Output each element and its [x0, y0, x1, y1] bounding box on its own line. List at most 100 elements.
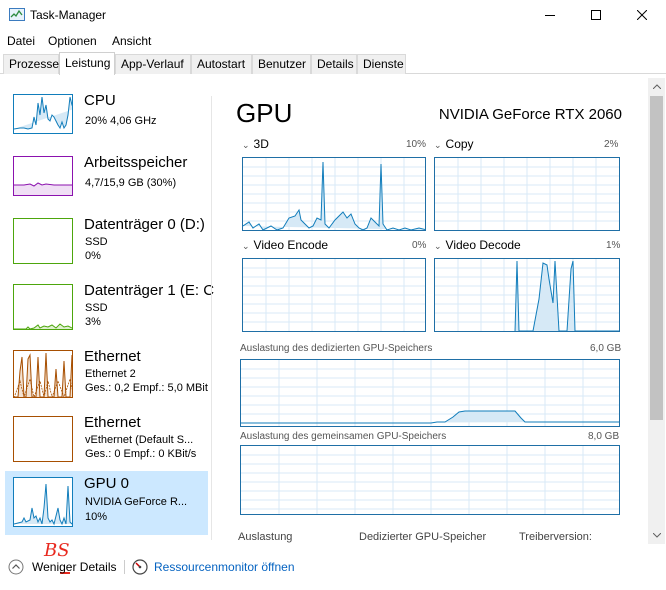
shared-memory-graph	[240, 445, 620, 515]
tab-dienste[interactable]: Dienste	[357, 54, 406, 74]
sidebar-item-detail: 4,7/15,9 GB (30%)	[85, 177, 177, 189]
sidebar-item-title: Ethernet	[84, 348, 141, 365]
utilization-label: Auslastung	[238, 531, 293, 543]
minimize-icon	[545, 15, 555, 16]
sidebar-item-title: Ethernet	[84, 414, 141, 431]
page-title: GPU	[236, 98, 293, 128]
sidebar-item-type: SSD	[85, 302, 108, 314]
menu-datei[interactable]: Datei	[7, 34, 35, 48]
cpu-thumbnail-graph	[13, 94, 73, 134]
sidebar-item-adapter: vEthernet (Default S...	[85, 434, 194, 446]
engine-percent: 0%	[412, 240, 427, 251]
disk-0-thumbnail-graph	[13, 218, 73, 264]
menu-ansicht[interactable]: Ansicht	[112, 34, 151, 48]
scroll-down-button[interactable]	[648, 527, 665, 544]
window-title: Task-Manager	[30, 8, 107, 22]
menu-optionen[interactable]: Optionen	[48, 34, 97, 48]
dedicated-memory-label: Auslastung des dedizierten GPU-Speichers	[240, 343, 433, 354]
sidebar-item-detail: 0%	[85, 250, 101, 262]
dedicated-gpu-memory-label: Dedizierter GPU-Speicher	[359, 531, 487, 543]
close-button[interactable]	[619, 0, 665, 30]
scroll-thumb[interactable]	[650, 96, 663, 420]
engine-selector-video-decode[interactable]: ⌄ Video Decode	[434, 238, 521, 252]
tab-details[interactable]: Details	[311, 54, 357, 74]
maximize-icon	[591, 10, 601, 20]
gpu-detail-panel: GPU NVIDIA GeForce RTX 2060 ⌄ 3D 10% ⌄ Cop…	[212, 88, 648, 543]
engine-graph-3d	[242, 157, 426, 231]
sidebar-item-detail: 3%	[85, 316, 101, 328]
dedicated-memory-graph	[240, 359, 620, 427]
chevron-up-icon	[652, 84, 661, 89]
engine-percent: 1%	[606, 240, 621, 251]
footer-bar: BS Weniger Details Ressourcenmonitor öff…	[0, 540, 666, 590]
engine-label: 3D	[253, 137, 269, 151]
resource-monitor-label: Ressourcenmonitor öffnen	[154, 560, 295, 574]
tab-leistung[interactable]: Leistung	[59, 52, 115, 75]
tab-benutzer[interactable]: Benutzer	[252, 54, 311, 74]
shared-memory-total: 8,0 GB	[588, 431, 620, 442]
sidebar-item-title: CPU	[84, 92, 116, 109]
engine-selector-3d[interactable]: ⌄ 3D	[242, 137, 269, 151]
shared-memory-label: Auslastung des gemeinsamen GPU-Speichers	[240, 431, 447, 442]
resource-sidebar: CPU 20% 4,06 GHz Arbeitsspeicher 4,7/15,…	[0, 88, 214, 543]
sidebar-item-type: SSD	[85, 236, 108, 248]
disk-1-thumbnail-graph	[13, 284, 73, 330]
resource-monitor-icon	[132, 559, 148, 575]
tab-prozesse[interactable]: Prozesse	[3, 54, 59, 74]
sidebar-item-memory[interactable]: Arbeitsspeicher 4,7/15,9 GB (30%)	[5, 150, 208, 214]
sidebar-item-gpu-0[interactable]: GPU 0 NVIDIA GeForce R... 10%	[5, 471, 208, 535]
sidebar-item-detail: 10%	[85, 511, 108, 523]
fewer-details-label: Weniger Details	[32, 560, 117, 574]
engine-selector-video-encode[interactable]: ⌄ Video Encode	[242, 238, 328, 252]
sidebar-item-title: Datenträger 0 (D:)	[84, 216, 205, 233]
gpu-model-name: NVIDIA GeForce RTX 2060	[438, 106, 622, 123]
gpu-thumbnail-graph	[13, 477, 73, 527]
sidebar-item-detail: Ges.: 0,2 Empf.: 5,0 MBit	[85, 382, 208, 394]
maximize-button[interactable]	[573, 0, 619, 30]
sidebar-item-ethernet-1[interactable]: Ethernet Ethernet 2 Ges.: 0,2 Empf.: 5,0…	[5, 344, 208, 408]
engine-label: Copy	[445, 137, 474, 151]
engine-graph-video-encode	[242, 258, 426, 332]
minimize-button[interactable]	[527, 0, 573, 30]
memory-thumbnail-graph	[13, 156, 73, 196]
sidebar-item-model: NVIDIA GeForce R...	[85, 496, 188, 508]
chevron-down-icon: ⌄	[242, 241, 250, 251]
chevron-down-icon: ⌄	[434, 241, 442, 251]
sidebar-item-cpu[interactable]: CPU 20% 4,06 GHz	[5, 88, 208, 152]
engine-graph-copy	[434, 157, 620, 231]
sidebar-item-ethernet-2[interactable]: Ethernet vEthernet (Default S... Ges.: 0…	[5, 410, 208, 474]
sidebar-item-title: Datenträger 1 (E: C	[84, 282, 215, 299]
tab-app-verlauf[interactable]: App-Verlauf	[115, 54, 191, 74]
tab-bar: Prozesse Leistung App-Verlauf Autostart …	[0, 52, 666, 75]
scroll-up-button[interactable]	[648, 78, 665, 95]
chevron-up-circle-icon	[8, 559, 24, 575]
engine-label: Video Encode	[253, 238, 329, 252]
chevron-down-icon: ⌄	[242, 140, 250, 150]
vertical-scrollbar[interactable]	[648, 78, 665, 544]
ethernet-2-thumbnail-graph	[13, 416, 73, 462]
engine-graph-video-decode	[434, 258, 620, 332]
chevron-down-icon	[652, 533, 661, 538]
tab-autostart[interactable]: Autostart	[191, 54, 252, 74]
menu-bar: Datei Optionen Ansicht	[0, 31, 666, 51]
sidebar-item-title: GPU 0	[84, 475, 130, 492]
engine-label: Video Decode	[445, 238, 521, 252]
sidebar-item-disk-1[interactable]: Datenträger 1 (E: C SSD 3%	[5, 278, 214, 342]
title-bar: Task-Manager	[0, 0, 666, 30]
resource-monitor-link[interactable]: Ressourcenmonitor öffnen	[132, 555, 295, 579]
sidebar-item-disk-0[interactable]: Datenträger 0 (D:) SSD 0%	[5, 212, 208, 276]
footer-divider	[124, 560, 125, 574]
task-manager-icon	[9, 8, 25, 21]
dedicated-memory-total: 6,0 GB	[590, 343, 622, 354]
engine-selector-copy[interactable]: ⌄ Copy	[434, 137, 474, 151]
engine-percent: 2%	[604, 139, 619, 150]
sidebar-item-detail: 20% 4,06 GHz	[85, 115, 157, 127]
sidebar-item-detail: Ges.: 0 Empf.: 0 KBit/s	[85, 448, 197, 460]
engine-percent: 10%	[406, 139, 427, 150]
sidebar-item-adapter: Ethernet 2	[85, 368, 136, 380]
close-icon	[637, 10, 647, 20]
sidebar-item-title: Arbeitsspeicher	[84, 154, 188, 171]
fewer-details-button[interactable]: Weniger Details	[8, 555, 116, 579]
driver-version-label: Treiberversion:	[519, 531, 592, 543]
ethernet-1-thumbnail-graph	[13, 350, 73, 398]
